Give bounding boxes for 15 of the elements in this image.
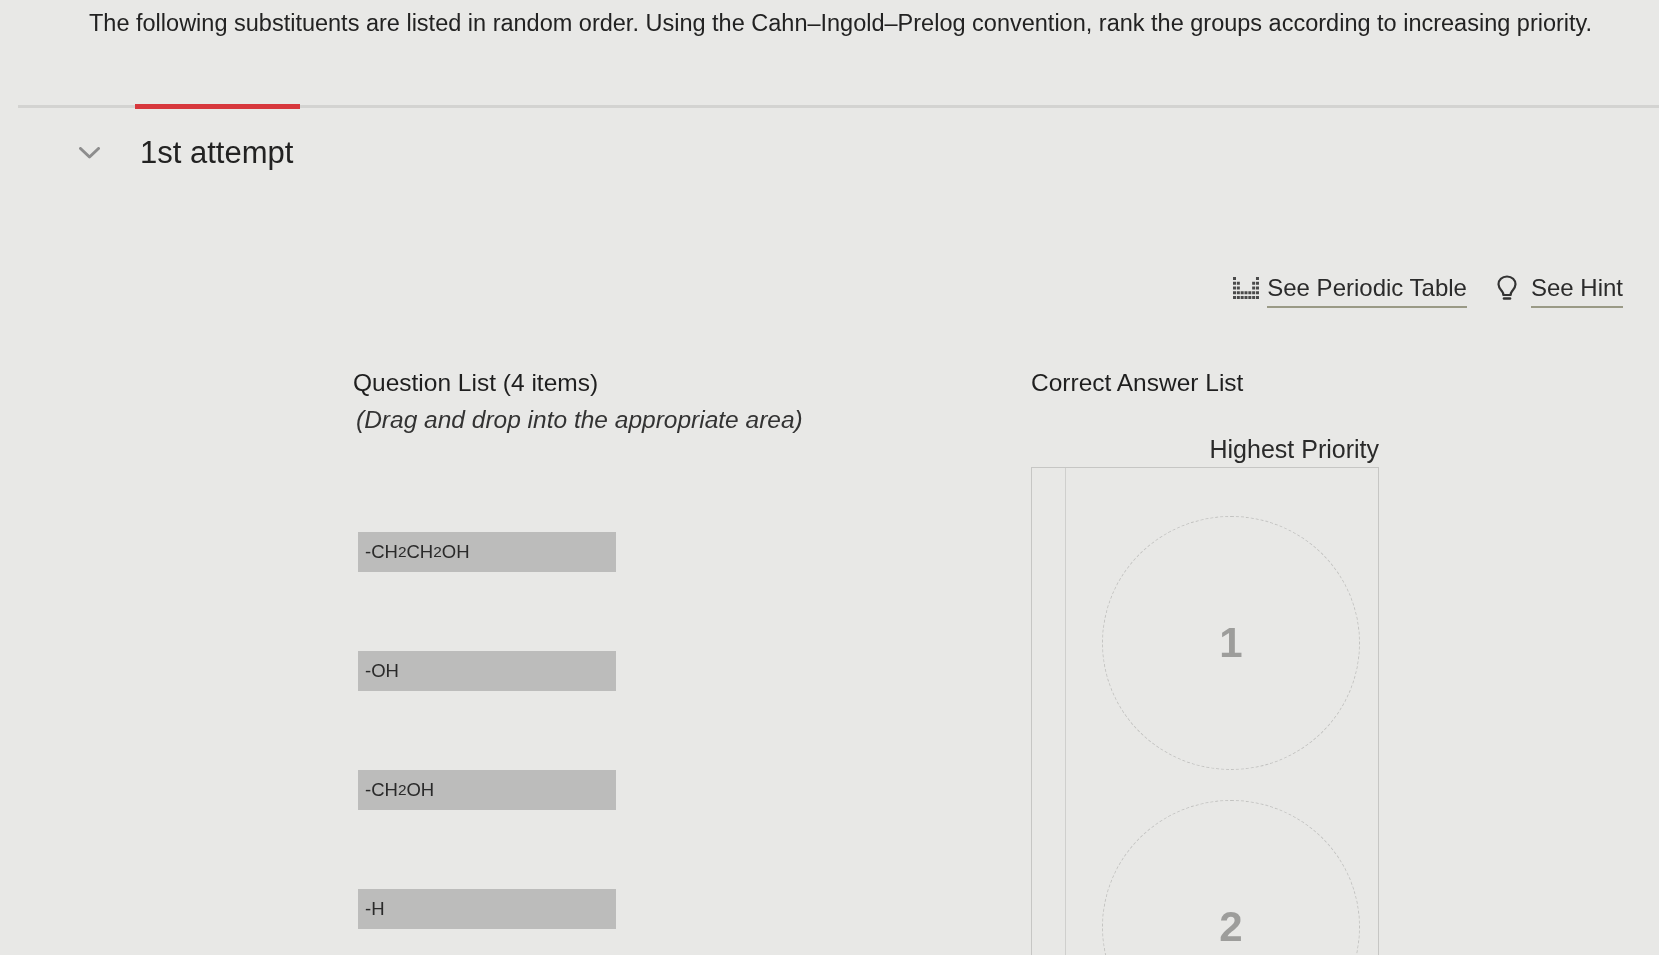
slot-number: 2 [1219, 902, 1243, 952]
drag-item[interactable]: -OH [358, 651, 616, 691]
list-heading: Correct Answer List [1031, 368, 1245, 398]
periodic-table-link[interactable]: See Periodic Table [1233, 268, 1467, 308]
chevron-icon[interactable] [79, 147, 100, 159]
dot-grid-icon[interactable] [1233, 277, 1260, 299]
lightbulb-icon[interactable] [1496, 275, 1517, 301]
attempt-toggle[interactable]: 1st attempt [79, 136, 294, 170]
instruction-text: (Drag and drop into the appropriate area) [356, 405, 804, 435]
slot-number: 1 [1219, 618, 1243, 668]
priority-label: Highest Priority [1209, 434, 1379, 464]
hint-link[interactable]: See Hint [1496, 268, 1623, 308]
drag-item[interactable]: -H [358, 889, 616, 929]
question-prompt: The following substituents are listed in random order. Using the Cahn–Ingold–Prelog convention, rank the groups according to increasing priority. [89, 9, 1593, 37]
list-heading: Question List (4 items) [353, 368, 600, 398]
